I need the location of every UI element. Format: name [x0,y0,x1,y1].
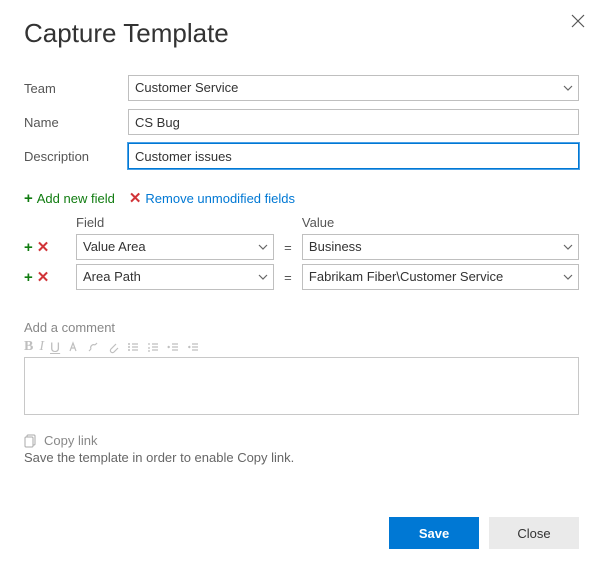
name-label: Name [24,115,128,130]
equals-sign: = [274,270,302,285]
copy-link-button: Copy link [24,433,579,448]
numbered-list-icon[interactable] [146,340,160,354]
dialog-title: Capture Template [24,18,579,49]
name-input[interactable] [128,109,579,135]
copy-link-hint: Save the template in order to enable Cop… [24,450,579,465]
indent-icon[interactable] [186,340,200,354]
description-label: Description [24,149,128,164]
field-column-header: Field [76,215,274,230]
x-icon: ✕ [129,189,142,207]
add-new-field-label: Add new field [37,191,115,206]
remove-unmodified-fields-link[interactable]: ✕ Remove unmodified fields [129,189,295,207]
attachment-icon[interactable] [106,340,120,354]
add-row-icon[interactable]: + [24,269,33,286]
field-select[interactable]: Area Path [76,264,274,290]
value-select[interactable]: Business [302,234,579,260]
team-select-value: Customer Service [128,75,579,101]
underline-icon[interactable]: U [50,339,60,355]
add-row-icon[interactable]: + [24,239,33,256]
copy-link-icon [24,434,38,448]
field-select[interactable]: Value Area [76,234,274,260]
team-label: Team [24,81,128,96]
bold-icon[interactable]: B [24,339,33,355]
text-color-icon[interactable] [66,340,80,354]
bullet-list-icon[interactable] [126,340,140,354]
comment-placeholder: Add a comment [24,320,579,335]
remove-unmodified-label: Remove unmodified fields [145,191,295,206]
remove-row-icon[interactable]: ✕ [37,238,50,256]
close-icon[interactable] [571,14,585,28]
add-new-field-link[interactable]: + Add new field [24,190,115,207]
equals-sign: = [274,240,302,255]
copy-link-label: Copy link [44,433,97,448]
value-select-value: Business [302,234,579,260]
value-select-value: Fabrikam Fiber\Customer Service [302,264,579,290]
outdent-icon[interactable] [166,340,180,354]
save-button[interactable]: Save [389,517,479,549]
italic-icon[interactable]: I [39,339,44,355]
value-column-header: Value [302,215,579,230]
team-select[interactable]: Customer Service [128,75,579,101]
field-select-value: Value Area [76,234,274,260]
description-input[interactable] [128,143,579,169]
close-button[interactable]: Close [489,517,579,549]
value-select[interactable]: Fabrikam Fiber\Customer Service [302,264,579,290]
link-icon[interactable] [86,340,100,354]
field-row: + ✕ Value Area = Business [24,234,579,260]
remove-row-icon[interactable]: ✕ [37,268,50,286]
field-select-value: Area Path [76,264,274,290]
comment-textarea[interactable] [24,357,579,415]
plus-icon: + [24,190,33,207]
rich-text-toolbar: B I U [24,339,579,355]
field-row: + ✕ Area Path = Fabrikam Fiber\Customer … [24,264,579,290]
